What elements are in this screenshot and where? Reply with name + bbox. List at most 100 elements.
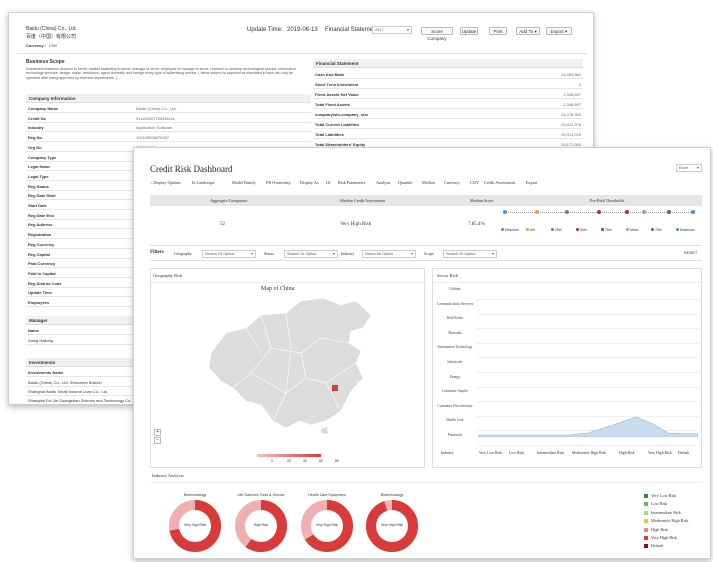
row-label: Reg Date Start — [28, 193, 56, 199]
toolbar-item[interactable]: Quantile — [398, 179, 412, 187]
row-label: Update Time — [28, 290, 52, 296]
threshold-legend-item: 75th — [601, 228, 612, 232]
legend-label: Minimum — [505, 228, 519, 232]
sector-row-divider — [477, 313, 699, 315]
legend-swatch — [551, 228, 554, 231]
export-button[interactable]: Export ▾ — [546, 27, 572, 35]
kpi-values: 52 Very High Risk 7.85.4% — [150, 210, 485, 240]
sector-row-label: Consumer Staples — [441, 389, 469, 394]
chevron-down-icon: ▾ — [696, 165, 699, 170]
sector-row-divider — [477, 372, 699, 373]
chevron-down-icon: ▾ — [410, 251, 413, 256]
toolbar-item[interactable]: Risk Parameters — [338, 179, 365, 187]
toolbar-item[interactable]: Model Family — [232, 179, 256, 187]
row-label: Reg Status — [28, 183, 49, 189]
legend-label: Very Low Risk — [651, 493, 677, 498]
update-button[interactable]: Update — [460, 27, 478, 35]
kpi-value: 7.85.4% — [468, 222, 485, 227]
zoom-in-button[interactable]: + — [154, 429, 161, 436]
row-label: Industry — [28, 125, 44, 131]
toolbar-item[interactable]: Display As — [300, 179, 319, 187]
legend-label: 5th — [530, 228, 535, 232]
threshold-scale: Minimum 5th 25th 50th 75th Mean 75th Maximum — [491, 208, 703, 246]
filter-select[interactable]: Search Or Option ▾ — [443, 250, 497, 258]
toolbar-item[interactable]: In Landscape — [192, 179, 214, 187]
row-value: Baidu (China) Co., Ltd. — [136, 106, 177, 111]
table-row: Credit No 91110000775934511L — [26, 114, 311, 123]
zoom-out-button[interactable]: − — [154, 437, 161, 444]
score-company-button[interactable]: Score Company — [421, 27, 453, 41]
sector-row-label: Materials — [448, 330, 462, 335]
kpi-value: Very High Risk — [340, 222, 372, 227]
row-value: 20,911,376 — [561, 122, 581, 127]
threshold-marker — [503, 210, 507, 214]
filter-label: Geography — [174, 251, 192, 256]
toolbar-item[interactable]: Export — [526, 179, 537, 187]
donut-title: Life Sciences Tools & Service — [237, 493, 285, 497]
row-label: Reg Address — [28, 222, 53, 228]
toolbar-item[interactable]: CNY — [470, 179, 479, 187]
row-label: Reg Capital — [28, 251, 51, 257]
reset-button[interactable]: RESET — [684, 250, 697, 255]
sector-row-label: Real Estate — [446, 316, 464, 321]
map-scale-tick: 60 — [319, 459, 323, 463]
donut-center-label: High Risk — [253, 523, 269, 527]
threshold-marker — [597, 210, 601, 214]
chevron-down-icon: ▾ — [250, 251, 253, 256]
filter-label: Status — [264, 251, 274, 256]
column-header: Investments Name — [28, 370, 64, 375]
map-title: Map of China — [261, 286, 295, 292]
sector-row-label: Financials — [447, 433, 463, 437]
toolbar-item[interactable]: Median — [422, 179, 435, 187]
filter-select[interactable]: Search Or Option ▾ — [202, 250, 256, 258]
filter-label: Industry — [341, 251, 355, 256]
sector-row-divider — [477, 386, 699, 388]
risk-legend-item: Very High Risk — [644, 535, 678, 541]
threshold-legend-item: 25th — [551, 228, 562, 232]
map-scale-tick: 40 — [303, 459, 307, 463]
toolbar-item[interactable]: Credit Assessment — [484, 179, 515, 187]
legend-swatch — [644, 510, 648, 515]
toolbar-item[interactable]: Of — [326, 179, 330, 187]
table-row: Cash And Bank 13,253,564 — [313, 70, 583, 79]
filter-select[interactable]: Search Or Option ▾ — [284, 250, 338, 258]
legend-label: Very High Risk — [651, 535, 678, 540]
row-label: Reg District Code — [28, 280, 62, 286]
row-label: Credit No — [28, 115, 46, 121]
risk-legend-item: Moderately High Risk — [644, 518, 688, 524]
row-label: Legal Type — [28, 173, 49, 179]
filter-select[interactable]: Select An Option ▾ — [362, 250, 416, 258]
toolbar-item[interactable]: < Display Options — [150, 179, 181, 187]
filter-select-value: Search Or Option — [446, 252, 476, 256]
legend-label: Default — [651, 543, 664, 549]
toolbar-item[interactable]: FR Ownership — [266, 179, 291, 187]
geography-panel-divider — [151, 282, 426, 283]
toolbar-item[interactable]: Analysis — [376, 179, 391, 187]
sector-area-chart — [478, 416, 698, 437]
row-label: companyInfo.company_size — [315, 112, 369, 117]
legend-swatch — [676, 228, 679, 231]
row-value: 110105008976957 — [136, 135, 170, 141]
filter-label: Scope — [424, 251, 434, 256]
risk-legend-item: Low Risk — [644, 501, 667, 507]
sector-axis-label: Very Low Risk — [479, 451, 502, 455]
sector-row-label: Communication Services — [436, 301, 474, 306]
risk-legend-item: Intermediate Risk — [644, 510, 681, 515]
company-info-title: Company Information — [26, 94, 311, 103]
sector-row-label: Health Care — [446, 418, 464, 423]
row-label: Company Name — [28, 106, 59, 111]
threshold-legend: Minimum 5th 25th 50th 75th Mean 75th Maximum — [501, 228, 701, 234]
toolbar-item[interactable]: Currency — [444, 179, 460, 187]
table-row: Industry Application Software — [26, 123, 311, 133]
threshold-marker — [691, 210, 695, 214]
sector-row-label: Consumer Discretionary — [437, 403, 473, 408]
currency-label: Currency : — [26, 43, 47, 48]
add-to-button[interactable]: Add To ▾ — [516, 27, 540, 35]
export-select[interactable]: Excel ▾ — [676, 164, 702, 172]
sector-row-divider — [477, 445, 699, 446]
year-select[interactable]: 2017 ▾ — [372, 26, 412, 34]
company-name-cn: 百度（中国）有限公司 — [26, 34, 77, 40]
sector-axis-label: Very High Risk — [648, 451, 672, 455]
print-button[interactable]: Print — [489, 27, 507, 35]
legend-label: High Risk — [651, 526, 669, 532]
